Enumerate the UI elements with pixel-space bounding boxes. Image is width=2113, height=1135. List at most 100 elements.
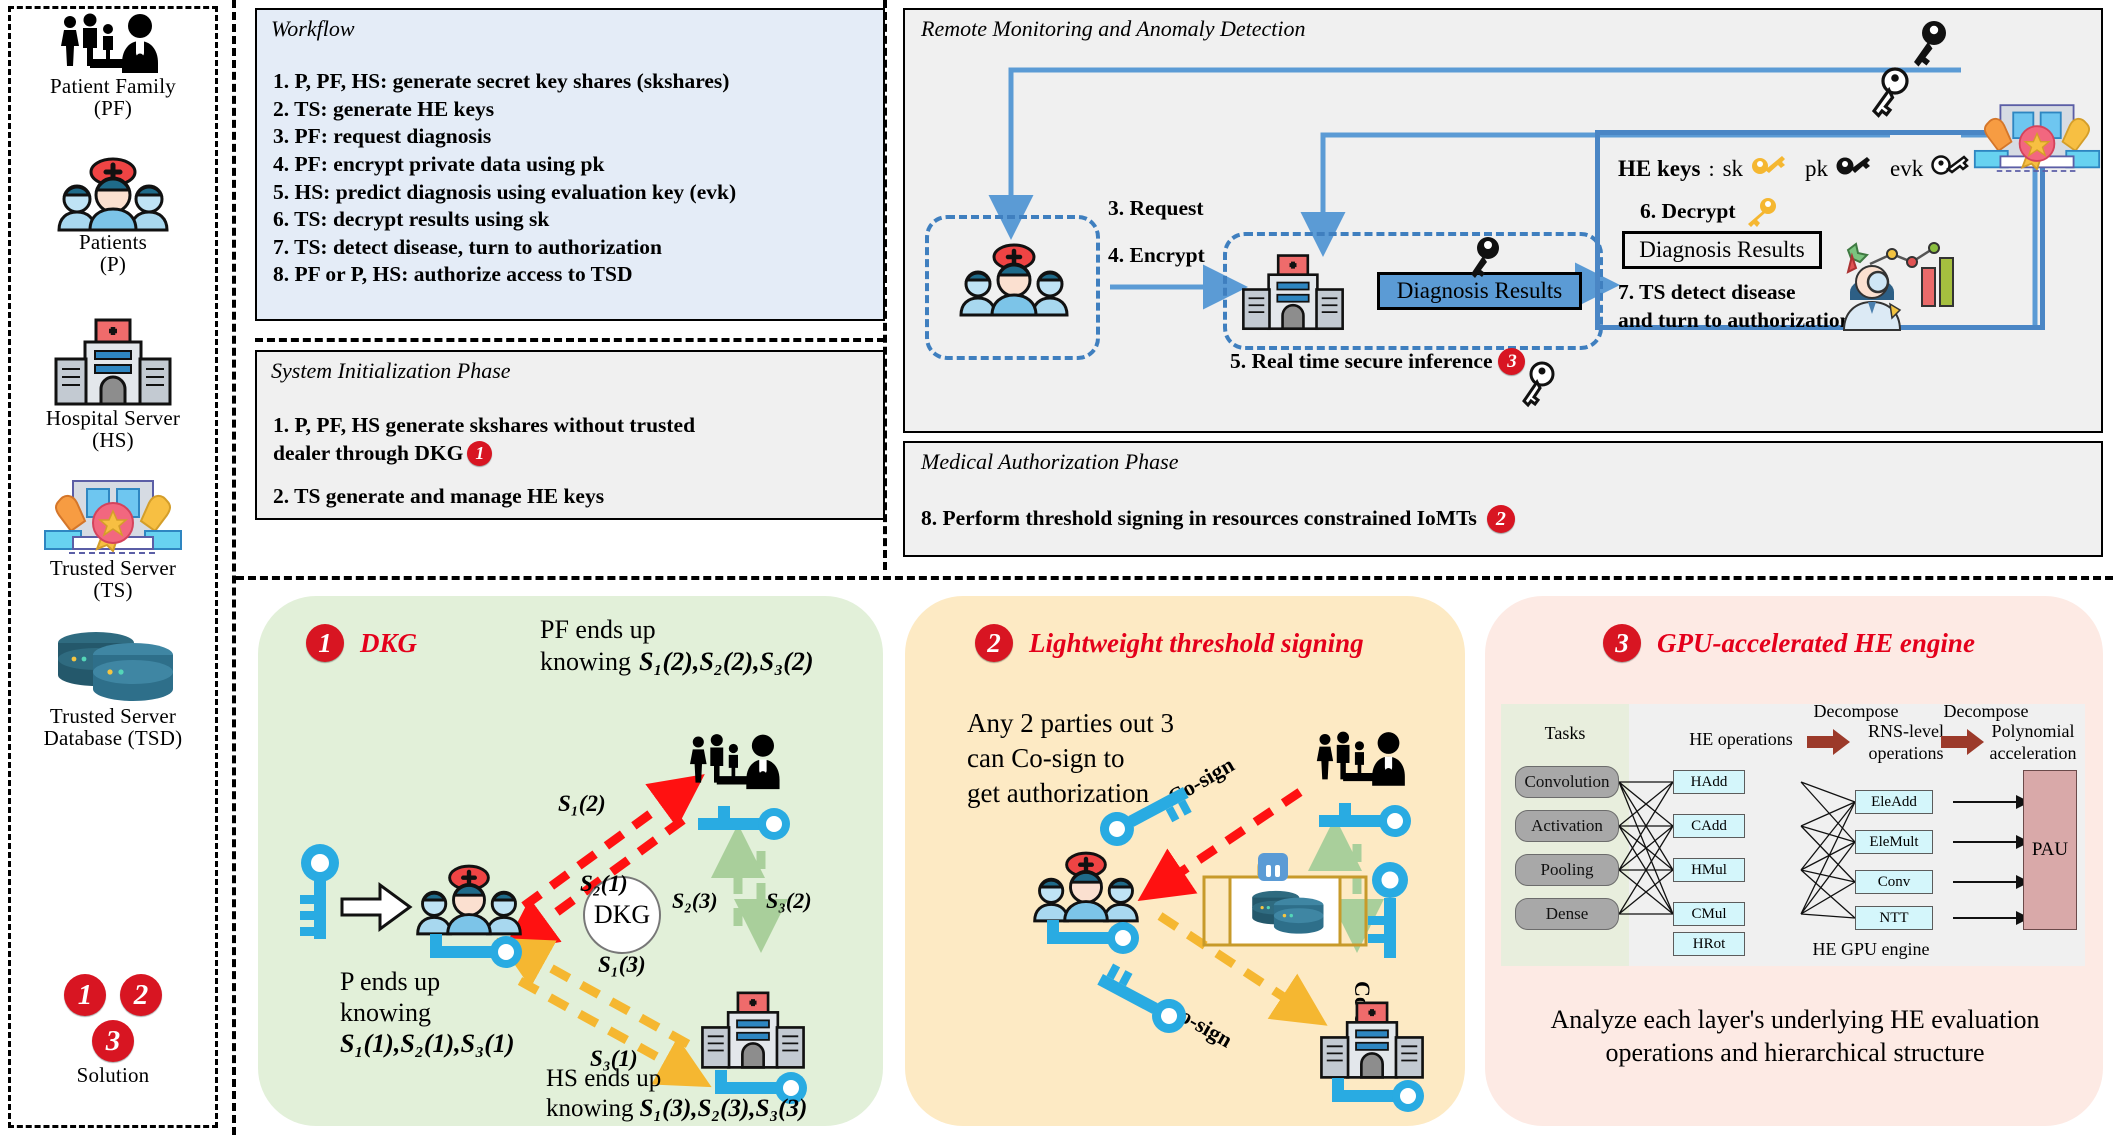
key-blue-icon [1332, 1078, 1424, 1112]
key-pk-label: pk [1805, 156, 1829, 181]
hospital-building-icon [1320, 1001, 1424, 1079]
he-op-node-cmul: CMul [1673, 902, 1745, 926]
secure-database-briefcase-icon [1202, 853, 1368, 947]
rns-op-node-conv: Conv [1855, 870, 1933, 894]
task-node-convolution: Convolution [1515, 766, 1619, 798]
medical-authorization-panel: Medical Authorization Phase 8. Perform t… [903, 441, 2103, 557]
inference-label-row: 5. Real time secure inference 3 [1230, 348, 1526, 376]
system-init-step1-line2: dealer through DKG [273, 440, 464, 465]
gpu-card-header: 3 GPU-accelerated HE engine [1603, 624, 1975, 662]
key-yellow-icon [1752, 156, 1786, 174]
threshold-signing-card: 2 Lightweight threshold signing Any 2 pa… [905, 596, 1465, 1126]
workflow-title: Workflow [271, 16, 355, 41]
workflow-step: 3. PF: request diagnosis [273, 124, 492, 149]
engine-label: HE GPU engine [1812, 939, 1930, 959]
he-gpu-engine-diagram: Tasks HE operations RNS-level operations… [1501, 701, 2085, 966]
inference-label: 5. Real time secure inference [1230, 349, 1493, 373]
workflow-step: 1. P, PF, HS: generate secret key shares… [273, 69, 730, 93]
key-black-icon [1914, 21, 1946, 67]
hospital-building-icon [701, 991, 805, 1069]
legend-sublabel: (P) [99, 252, 127, 277]
dkg-edge-s2-1: S₂(1) [580, 871, 628, 896]
legend-label: Patient Family [50, 74, 176, 98]
legend-sublabel: (TS) [93, 578, 133, 603]
dkg-hs-shares: S₁(3),S₂(3),S₃(3) [639, 1095, 808, 1122]
legend-label: Hospital Server [45, 406, 181, 430]
key-white-icon [1522, 361, 1555, 408]
rns-op-node-elemult: EleMult [1855, 830, 1933, 854]
medical-auth-step8: 8. Perform threshold signing in resource… [921, 506, 1477, 531]
remote-monitoring-panel: Remote Monitoring and Anomaly Detection [903, 8, 2103, 433]
pau-node: PAU [2023, 770, 2077, 930]
detect-line2: and turn to authorization [1618, 308, 1852, 332]
trusted-server-award-icon [1973, 104, 2101, 172]
gpu-caption-2: operations and hierarchical structure [1605, 1037, 1985, 1067]
workflow-step: 4. PF: encrypt private data using pk [273, 151, 605, 176]
gpu-caption-1: Analyze each layer's underlying HE evalu… [1550, 1005, 2040, 1034]
key-evk-label: evk [1890, 156, 1924, 181]
key-sk-label: sk [1722, 156, 1744, 181]
key-blue-icon [1099, 787, 1192, 846]
solution-badge-3: 3 [92, 1020, 134, 1062]
dkg-hs-text: HS ends up knowing S₁(3),S₂(3),S₃(3) [546, 1064, 807, 1124]
he-op-node-cadd: CAdd [1673, 814, 1745, 838]
dkg-edge-s3-2: S₃(2) [766, 888, 812, 913]
legend-label: Patients [78, 230, 148, 254]
key-black-icon [1836, 157, 1871, 175]
trusted-server-award-icon [44, 480, 182, 554]
he-op-node-hmul: HMul [1673, 858, 1745, 882]
system-init-title: System Initialization Phase [271, 358, 511, 383]
workflow-step: 8. PF or P, HS: authorize access to TSD [273, 262, 633, 287]
rns-op-node-eleadd: EleAdd [1855, 790, 1933, 814]
legend-item-patients: Patients (P) [11, 157, 215, 277]
gpu-caption: Analyze each layer's underlying HE evalu… [1513, 1004, 2077, 1069]
legend-panel: Patient Family (PF) Patients (P) Hospita… [8, 6, 218, 1128]
workflow-steps: 1. P, PF, HS: generate secret key shares… [273, 68, 736, 289]
key-white-icon [1871, 67, 1909, 118]
solution-label: Solution [76, 1063, 150, 1087]
solution-badge-1: 1 [64, 974, 106, 1016]
he-op-node-hadd: HAdd [1673, 770, 1745, 794]
key-white-icon [1931, 155, 1970, 175]
solution-badge-2: 2 [120, 974, 162, 1016]
encrypt-label: 4. Encrypt [1108, 243, 1205, 267]
decrypt-row: 6. Decrypt [1640, 197, 1778, 227]
patients-group-icon [416, 864, 522, 936]
dkg-p-shares: S₁(1),S₂(1),S₃(1) [340, 1029, 515, 1059]
hospital-building-icon [1242, 254, 1344, 331]
key-blue-icon [1097, 963, 1187, 1033]
dkg-p-line2: knowing [340, 998, 431, 1028]
task-node-pooling: Pooling [1515, 854, 1619, 886]
system-init-badge: 1 [467, 440, 493, 466]
dkg-hs-line1: HS ends up [546, 1065, 662, 1092]
dkg-edge-s1-2: S₁(2) [558, 791, 606, 816]
request-label: 3. Request [1108, 196, 1204, 220]
task-node-dense: Dense [1515, 898, 1619, 930]
legend-item-trusted-server-database: Trusted Server Database (TSD) [11, 629, 215, 749]
legend-item-hospital-server: Hospital Server (HS) [11, 318, 215, 451]
key-black-icon [1471, 237, 1499, 278]
workflow-panel: Workflow 1. P, PF, HS: generate secret k… [255, 8, 885, 321]
dkg-edge-s1-3: S₁(3) [598, 952, 646, 977]
patients-group-icon [1033, 851, 1139, 923]
he-keys-label: HE keys [1618, 156, 1701, 181]
secure-inference-box: Diagnosis Results [1223, 232, 1603, 350]
family-with-doctor-icon [1316, 731, 1405, 786]
medical-auth-title: Medical Authorization Phase [921, 449, 1179, 474]
patients-group-icon [959, 243, 1069, 317]
workflow-step: 5. HS: predict diagnosis using evaluatio… [273, 179, 737, 204]
legend-label: Trusted Server [49, 704, 177, 728]
patients-group-box [925, 215, 1100, 360]
family-with-doctor-icon [690, 734, 780, 790]
legend-item-trusted-server: Trusted Server (TS) [11, 479, 215, 601]
gpu-card-title: GPU-accelerated HE engine [1657, 627, 1975, 658]
he-op-node-hrot: HRot [1673, 932, 1745, 956]
rns-op-node-ntt: NTT [1855, 906, 1933, 930]
dkg-edge-s2-3: S₂(3) [672, 888, 718, 913]
patients-group-icon [57, 157, 169, 232]
dkg-hs-line2: knowing [546, 1095, 634, 1122]
key-blue-icon [300, 844, 413, 939]
hospital-building-icon [54, 318, 172, 406]
divider-workflow-init [255, 338, 885, 342]
gpu-he-engine-card: 3 GPU-accelerated HE engine Tasks HE ope… [1485, 596, 2103, 1126]
